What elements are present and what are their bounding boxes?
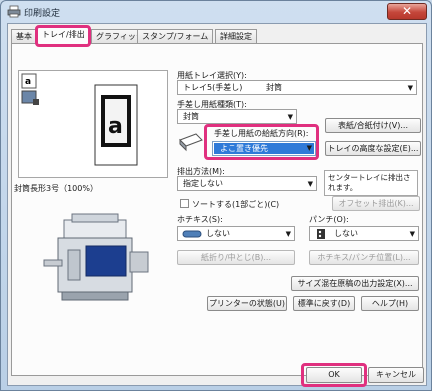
close-button[interactable]: ✕ [387, 3, 427, 20]
tray-advanced-button[interactable]: トレイの高度な設定(E)... [325, 141, 421, 156]
tab-advanced[interactable]: 詳細設定 [215, 29, 257, 43]
restore-default-button[interactable]: 標準に戻す(D) [293, 296, 355, 311]
envelope-orientation-icon [179, 133, 203, 152]
preview-graphic: a a [21, 73, 138, 166]
mixed-size-output-button[interactable]: サイズ混在原稿の出力設定(X)... [291, 276, 419, 291]
print-settings-window: 印刷設定 ✕ 基本 トレイ/排出 グラフィックス スタンプ/フォーム 詳細設定 … [0, 0, 432, 391]
cover-insert-button[interactable]: 表紙/合紙付け(V)... [325, 118, 421, 133]
manual-paper-type-select[interactable]: 封筒 ▼ [177, 109, 297, 124]
staple-icon [182, 230, 202, 238]
svg-text:a: a [25, 77, 31, 87]
printer-icon [7, 5, 21, 18]
feed-direction-label: 手差し用紙の給紙方向(R): [214, 129, 309, 138]
cancel-button[interactable]: キャンセル [368, 367, 424, 383]
output-note: センタートレイに排出されます。 [324, 170, 418, 196]
staple-punch-position-button[interactable]: ホチキス/パンチ位置(L)... [309, 250, 419, 265]
dialog-body: 基本 トレイ/排出 グラフィックス スタンプ/フォーム 詳細設定 a a 封筒長… [7, 23, 427, 387]
preview-caption: 封筒長形3号（100%） [14, 184, 98, 193]
offset-output-button[interactable]: オフセット排出(K)... [332, 196, 420, 211]
output-method-select[interactable]: 指定しない ▼ [177, 176, 317, 191]
chevron-down-icon: ▼ [285, 230, 291, 238]
tab-basic[interactable]: 基本 [11, 29, 37, 43]
manual-paper-type-value: 封筒 [183, 112, 199, 121]
paper-tray-value: トレイ5(手差し) [183, 83, 243, 92]
tab-tray-output[interactable]: トレイ/排出 [37, 27, 90, 44]
paper-preview: a a [18, 70, 168, 178]
feed-direction-value: よこ置き優先 [214, 143, 314, 154]
output-method-value: 指定しない [183, 179, 223, 188]
punch-value: しない [334, 229, 358, 238]
fold-button[interactable]: 紙折り/中とじ(B)... [177, 250, 295, 265]
svg-text:a: a [108, 114, 123, 139]
ok-button[interactable]: OK [306, 367, 362, 383]
punch-label: パンチ(O): [309, 215, 349, 224]
help-button[interactable]: ヘルプ(H) [361, 296, 419, 311]
tab-stamp-form[interactable]: スタンプ/フォーム [137, 29, 214, 43]
tray-output-panel: a a 封筒長形3号（100%） 用紙トレイ選択(Y): トレイ5(手差し) 封… [11, 43, 423, 376]
staple-select[interactable]: しない ▼ [177, 226, 295, 241]
window-title: 印刷設定 [24, 9, 61, 19]
printer-illustration [43, 213, 149, 301]
chevron-down-icon: ▼ [306, 144, 312, 152]
printer-status-button[interactable]: プリンターの状態(U) [207, 296, 287, 311]
paper-type-value: 封筒 [266, 83, 282, 92]
paper-tray-select[interactable]: トレイ5(手差し) 封筒 ▼ [177, 80, 417, 95]
feed-direction-select[interactable]: よこ置き優先 ▼ [212, 141, 316, 156]
title-bar[interactable]: 印刷設定 ✕ [1, 1, 431, 23]
collate-label: ソートする(1部ごと)(C) [192, 200, 280, 209]
staple-label: ホチキス(S): [177, 215, 223, 224]
punch-icon [317, 229, 325, 239]
chevron-down-icon: ▼ [307, 180, 313, 188]
chevron-down-icon: ▼ [407, 84, 413, 92]
chevron-down-icon: ▼ [287, 113, 293, 121]
chevron-down-icon: ▼ [409, 230, 415, 238]
punch-select[interactable]: しない ▼ [309, 226, 419, 241]
collate-checkbox[interactable] [180, 199, 189, 208]
staple-value: しない [206, 229, 230, 238]
